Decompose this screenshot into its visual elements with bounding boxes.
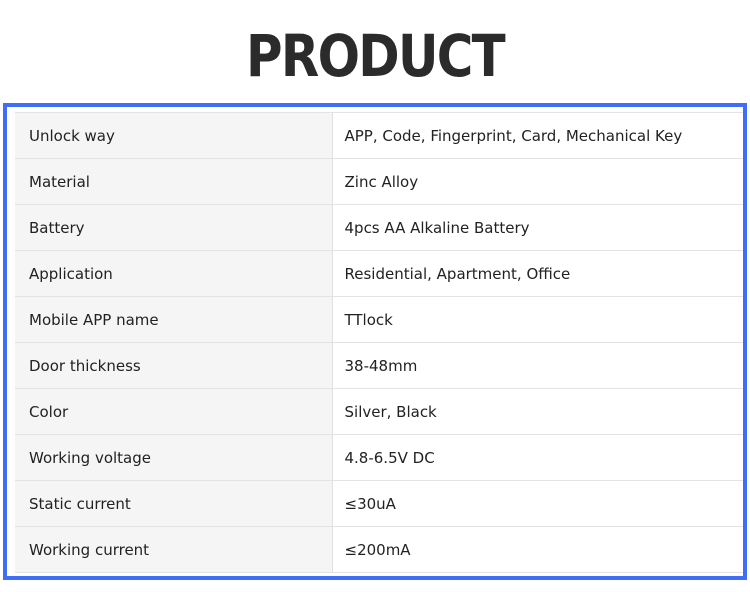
table-row: Mobile APP name TTlock [15, 296, 743, 343]
spec-value: APP, Code, Fingerprint, Card, Mechanical… [332, 112, 743, 159]
spec-label: Color [15, 388, 333, 435]
table-row: Battery 4pcs AA Alkaline Battery [15, 204, 743, 251]
spec-label: Battery [15, 204, 333, 251]
spec-value: 38-48mm [332, 342, 743, 389]
spec-label: Working voltage [15, 434, 333, 481]
spec-value: 4.8-6.5V DC [332, 434, 743, 481]
spec-label: Door thickness [15, 342, 333, 389]
table-row: Working voltage 4.8-6.5V DC [15, 434, 743, 481]
page-title: PRODUCT INFORMATION [186, 22, 565, 174]
table-row: Color Silver, Black [15, 388, 743, 435]
spec-value: Zinc Alloy [332, 158, 743, 205]
spec-label: Unlock way [15, 112, 333, 159]
table-row: Unlock way APP, Code, Fingerprint, Card,… [15, 112, 743, 159]
spec-label: Static current [15, 480, 333, 527]
spec-label: Material [15, 158, 333, 205]
spec-label: Working current [15, 526, 333, 573]
table-row: Static current ≤30uA [15, 480, 743, 527]
table-row: Door thickness 38-48mm [15, 342, 743, 389]
spec-value: Residential, Apartment, Office [332, 250, 743, 297]
table-row: Material Zinc Alloy [15, 158, 743, 205]
spec-table: Unlock way APP, Code, Fingerprint, Card,… [15, 112, 743, 573]
spec-value: TTlock [332, 296, 743, 343]
spec-value: Silver, Black [332, 388, 743, 435]
spec-label: Mobile APP name [15, 296, 333, 343]
table-row: Application Residential, Apartment, Offi… [15, 250, 743, 297]
spec-value: ≤30uA [332, 480, 743, 527]
spec-value: ≤200mA [332, 526, 743, 573]
spec-value: 4pcs AA Alkaline Battery [332, 204, 743, 251]
spec-label: Application [15, 250, 333, 297]
spec-table-frame: Unlock way APP, Code, Fingerprint, Card,… [3, 103, 747, 580]
table-row: Working current ≤200mA [15, 526, 743, 573]
